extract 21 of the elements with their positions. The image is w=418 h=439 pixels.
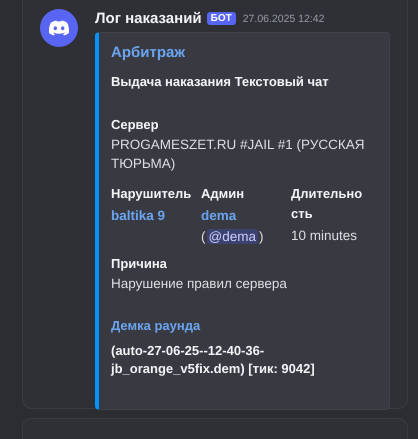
author-name[interactable]: Лог наказаний [95,10,202,27]
field-name: Длительность [291,184,364,223]
field-value: PROGAMESZET.RU #JAIL #1 (РУССКАЯ ТЮРЬМА) [111,136,366,173]
field-name: Причина [111,256,167,271]
field-name: Нарушитель [111,184,192,203]
embed-description: Выдача наказания Текстовый чат [111,74,329,89]
field-name: Админ [201,184,244,203]
embed-title: Арбитраж [111,44,185,61]
timestamp: 27.06.2025 12:42 [242,12,324,24]
field-value: (auto-27-06-25--12-40-36-jb_orange_v5fix.dem) [тик: 9042] [111,342,316,378]
field-name: Демка раунда [111,318,200,333]
user-link[interactable]: dema [201,206,236,226]
field-name: Сервер [111,117,159,132]
paren-text: ( [201,228,206,244]
user-mention[interactable]: @dema [206,228,258,244]
user-link[interactable]: baltika 9 [111,206,166,226]
bot-tag: БОТ [206,12,236,25]
field-value: 10 minutes [291,227,358,246]
bot-avatar-icon [40,9,78,47]
paren-text: ) [258,228,264,244]
field-value: Нарушение правил сервера [111,274,287,293]
